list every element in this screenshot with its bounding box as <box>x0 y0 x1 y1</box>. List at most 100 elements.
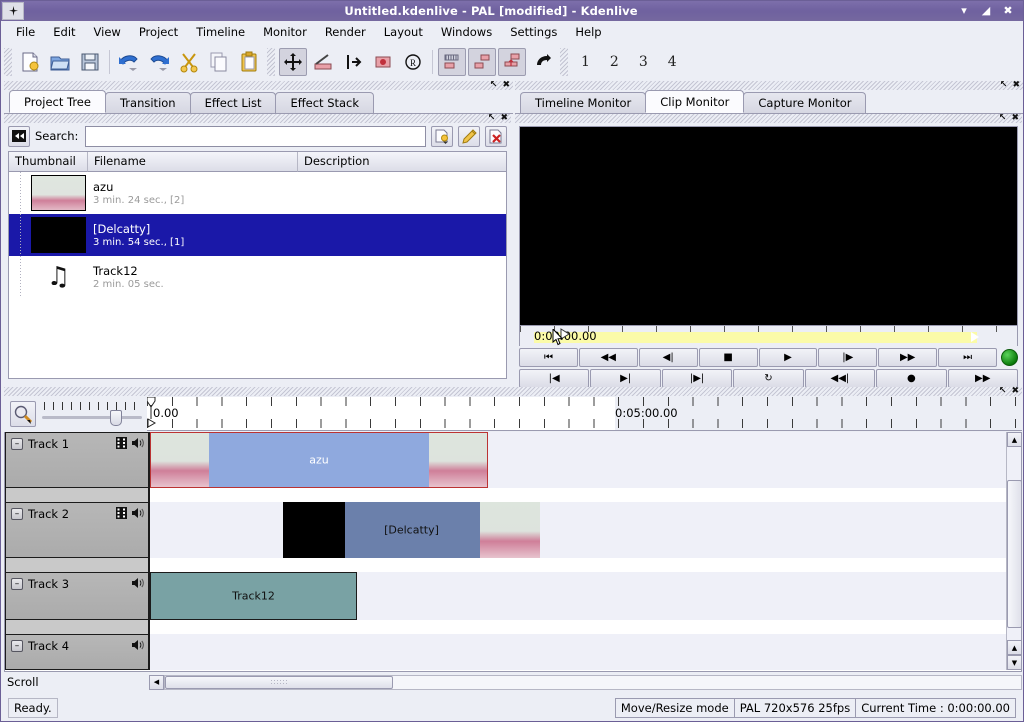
forward-button[interactable]: ▶▶ <box>878 348 937 367</box>
list-item[interactable]: [Delcatty] 3 min. 54 sec., [1] <box>9 214 506 256</box>
toolbar-number-4[interactable]: 4 <box>658 54 687 70</box>
stop-button[interactable]: ■ <box>699 348 758 367</box>
vertical-scroll-thumb[interactable] <box>1007 480 1022 628</box>
close-icon[interactable]: ✖ <box>1011 387 1019 396</box>
add-marker-button[interactable]: ● <box>876 369 946 388</box>
track-header-1[interactable]: – Track 1 <box>5 432 150 488</box>
timeline-clip[interactable]: azu <box>150 432 488 488</box>
close-icon[interactable]: ✖ <box>1011 114 1019 123</box>
track-body-4[interactable] <box>150 634 1008 670</box>
timeline-playhead[interactable] <box>147 397 156 431</box>
timeline-vertical-scrollbar[interactable]: ▲ ▲ ▼ <box>1006 432 1021 670</box>
audio-track-icon[interactable] <box>131 437 144 449</box>
horizontal-scroll-track[interactable] <box>164 675 1022 690</box>
menu-help[interactable]: Help <box>566 23 610 41</box>
menu-render[interactable]: Render <box>316 23 375 41</box>
clear-search-button[interactable] <box>8 126 30 147</box>
add-clip-button[interactable] <box>431 126 453 147</box>
collapse-track-button[interactable]: – <box>11 438 23 450</box>
audio-track-icon[interactable] <box>131 639 144 651</box>
video-track-icon[interactable] <box>116 507 127 519</box>
fit-zoom-icon[interactable] <box>528 48 556 76</box>
copy-icon[interactable] <box>205 48 233 76</box>
scroll-up-button[interactable]: ▲ <box>1007 432 1022 447</box>
column-thumbnail[interactable]: Thumbnail <box>9 152 88 172</box>
frame-forward-button[interactable]: |▶ <box>818 348 877 367</box>
cut-icon[interactable] <box>175 48 203 76</box>
zoom-timeline-icon[interactable] <box>438 48 466 76</box>
zone-end-marker[interactable] <box>971 332 979 342</box>
menu-monitor[interactable]: Monitor <box>254 23 316 41</box>
float-icon[interactable]: ↖ <box>999 387 1007 396</box>
monitor-zone-bar[interactable] <box>534 332 977 343</box>
video-track-icon[interactable] <box>116 437 127 449</box>
track-row[interactable]: – Track 3 Track12 <box>5 572 1008 620</box>
tab-clip-monitor[interactable]: Clip Monitor <box>645 90 744 113</box>
dock-handle-timeline[interactable]: ↖ ✖ <box>4 387 1022 396</box>
slider-knob[interactable] <box>110 410 122 426</box>
dock-handle-right[interactable]: ↖ ✖ <box>515 81 1023 90</box>
track-body-3[interactable]: Track12 <box>150 572 1008 620</box>
scroll-down-button[interactable]: ▼ <box>1007 655 1022 670</box>
menu-settings[interactable]: Settings <box>501 23 566 41</box>
set-zone-end-button[interactable]: ▶| <box>590 369 660 388</box>
monitor-ruler[interactable]: 0:00:00.00 <box>519 326 1018 346</box>
timeline-ruler[interactable]: 0.00 0:05:00.00 <box>147 397 1022 431</box>
toolbar-number-1[interactable]: 1 <box>571 54 600 70</box>
menu-file[interactable]: File <box>7 23 44 41</box>
menu-windows[interactable]: Windows <box>432 23 501 41</box>
razor-tool-icon[interactable] <box>309 48 337 76</box>
toolbar-grip-2[interactable] <box>267 48 275 76</box>
minimize-icon[interactable]: ▾ <box>958 5 970 17</box>
status-edit-mode[interactable]: Move/Resize mode <box>615 698 735 718</box>
open-project-icon[interactable] <box>46 48 74 76</box>
column-filename[interactable]: Filename <box>88 152 298 172</box>
float-icon[interactable]: ↖ <box>1000 81 1008 90</box>
list-item[interactable]: ♫ Track12 2 min. 05 sec. <box>9 256 506 298</box>
zone-marker-button[interactable]: |▶| <box>662 369 732 388</box>
collapse-track-button[interactable]: – <box>11 578 23 590</box>
monitor-playhead[interactable] <box>560 328 570 344</box>
tab-timeline-monitor[interactable]: Timeline Monitor <box>520 92 646 113</box>
close-icon[interactable]: ✖ <box>1012 81 1020 90</box>
tab-transition[interactable]: Transition <box>105 92 191 113</box>
toolbar-number-3[interactable]: 3 <box>629 54 658 70</box>
monitor-video-area[interactable] <box>519 126 1018 326</box>
overwrite-zone-icon[interactable] <box>498 48 526 76</box>
track-header-3[interactable]: – Track 3 <box>5 572 150 620</box>
spacer-tool-icon[interactable] <box>339 48 367 76</box>
track-body-2[interactable]: [Delcatty] <box>150 502 1008 558</box>
timeline-clip[interactable]: Track12 <box>150 572 357 620</box>
menu-timeline[interactable]: Timeline <box>187 23 254 41</box>
set-zone-start-button[interactable]: |◀ <box>519 369 589 388</box>
search-input[interactable] <box>85 126 426 147</box>
loop-zone-button[interactable]: ↻ <box>733 369 803 388</box>
record-icon[interactable] <box>369 48 397 76</box>
registered-mark-icon[interactable]: R <box>399 48 427 76</box>
menu-layout[interactable]: Layout <box>375 23 432 41</box>
save-project-icon[interactable] <box>76 48 104 76</box>
close-icon[interactable]: ✖ <box>1002 5 1014 17</box>
dock-handle-project-tree[interactable]: ↖ ✖ <box>4 114 511 123</box>
tab-project-tree[interactable]: Project Tree <box>9 90 106 113</box>
tab-effect-list[interactable]: Effect List <box>190 92 277 113</box>
rewind-button[interactable]: ◀◀ <box>579 348 638 367</box>
previous-marker-button[interactable]: ◀◀| <box>805 369 875 388</box>
track-body-1[interactable]: azu <box>150 432 1008 488</box>
redo-icon[interactable] <box>145 48 173 76</box>
menu-view[interactable]: View <box>85 23 130 41</box>
insert-zone-icon[interactable] <box>468 48 496 76</box>
audio-track-icon[interactable] <box>131 577 144 589</box>
maximize-icon[interactable]: ◢ <box>980 5 992 17</box>
zoom-slider[interactable] <box>40 401 144 427</box>
play-button[interactable]: ▶ <box>759 348 818 367</box>
scroll-left-button[interactable]: ◀ <box>149 675 164 690</box>
frame-back-button[interactable]: ◀| <box>639 348 698 367</box>
float-icon[interactable]: ↖ <box>488 114 496 123</box>
track-row[interactable]: – Track 1 azu <box>5 432 1008 488</box>
next-marker-button[interactable]: ▶▶ <box>948 369 1018 388</box>
horizontal-scroll-thumb[interactable] <box>165 676 393 689</box>
status-profile[interactable]: PAL 720x576 25fps <box>734 698 856 718</box>
go-start-button[interactable]: ⏮ <box>519 348 578 367</box>
float-icon[interactable]: ↖ <box>490 81 498 90</box>
